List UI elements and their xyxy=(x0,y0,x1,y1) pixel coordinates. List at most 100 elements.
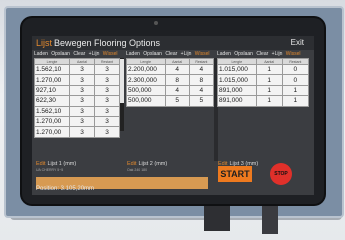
cell-aantal[interactable]: 5 xyxy=(164,95,190,107)
clear-button[interactable]: Clear xyxy=(256,51,268,57)
table-row[interactable]: 891,000 1 1 xyxy=(217,95,310,107)
list-2-subtitle: Oak 240 180 xyxy=(127,168,148,172)
cell-lengte[interactable]: 1.270,00 xyxy=(34,126,70,138)
cell-aantal[interactable]: 4 xyxy=(164,63,190,76)
list-3-toolbar: Laden Opslaan Clear +Lijn Wissel xyxy=(217,51,312,58)
cell-lengte[interactable]: 500,000 xyxy=(126,95,166,107)
clear-button[interactable]: Clear xyxy=(73,51,85,57)
cell-aantal[interactable]: 1 xyxy=(255,84,283,97)
position-readout: Position: 3.105,20mm xyxy=(36,186,95,192)
table-row[interactable]: 2.200,000 4 4 xyxy=(126,63,215,76)
cell-aantal[interactable]: 1 xyxy=(255,74,283,86)
cell-restant[interactable]: 3 xyxy=(94,84,120,97)
table-row[interactable]: 1.270,00 3 3 xyxy=(34,115,120,128)
cell-lengte[interactable]: 1.562,10 xyxy=(34,105,70,117)
wissel-button[interactable]: Wissel xyxy=(103,51,118,57)
cell-lengte[interactable]: 891,000 xyxy=(217,95,257,107)
cell-lengte[interactable]: 2.200,000 xyxy=(126,63,166,76)
camera-icon xyxy=(154,21,158,25)
opslaan-button[interactable]: Opslaan xyxy=(143,51,162,57)
cell-aantal[interactable]: 3 xyxy=(69,115,95,128)
cell-lengte[interactable]: 1.270,00 xyxy=(34,74,70,86)
scrollbar-thumb[interactable] xyxy=(120,59,124,103)
list-1-table: Lengte Aantal Restant 1.562,10 3 3 1.270,0… xyxy=(34,58,120,138)
cell-lengte[interactable]: 1.270,00 xyxy=(34,115,70,128)
title-bar: Lijst Bewegen Flooring Options Exit xyxy=(32,36,314,50)
list-1-edit-text: Lijst 1 (mm) xyxy=(47,161,77,167)
list-2-edit-text: Lijst 2 (mm) xyxy=(138,161,168,167)
cell-restant[interactable]: 3 xyxy=(94,126,120,138)
list-3-table: Lengte Aantal Restant 1.015,000 1 0 1.015,… xyxy=(217,58,310,107)
list-2-table: Lengte Aantal Restant 2.200,000 4 4 2.300,… xyxy=(126,58,215,107)
edit-label[interactable]: Edit xyxy=(127,161,136,167)
list-1-scrollbar[interactable] xyxy=(120,58,124,131)
table-row[interactable]: 500,000 5 5 xyxy=(126,95,215,107)
add-line-button[interactable]: +Lijn xyxy=(181,51,192,57)
cell-aantal[interactable]: 1 xyxy=(255,95,283,107)
cell-aantal[interactable]: 3 xyxy=(69,63,95,76)
cell-lengte[interactable]: 2.300,000 xyxy=(126,74,166,86)
table-row[interactable]: 927,10 3 3 xyxy=(34,84,120,97)
list-1-edit[interactable]: Edit Lijst 1 (mm) xyxy=(36,161,76,167)
tablet-mount-post xyxy=(262,200,278,234)
app-screen: Lijst Bewegen Flooring Options Exit Lade… xyxy=(32,36,314,195)
cell-restant[interactable]: 3 xyxy=(94,105,120,117)
cell-lengte[interactable]: 622,30 xyxy=(34,95,70,107)
cell-restant[interactable]: 5 xyxy=(188,95,215,107)
list-1-subtitle: UA CHERRY 5~5 xyxy=(36,168,64,172)
cell-aantal[interactable]: 4 xyxy=(164,84,190,97)
edit-label[interactable]: Edit xyxy=(36,161,45,167)
clear-button[interactable]: Clear xyxy=(165,51,177,57)
start-button[interactable]: START xyxy=(218,166,252,182)
cell-restant[interactable]: 0 xyxy=(281,74,310,86)
laden-button[interactable]: Laden xyxy=(217,51,231,57)
table-row[interactable]: 1.015,000 1 0 xyxy=(217,63,310,76)
table-row[interactable]: 622,30 3 3 xyxy=(34,95,120,107)
cell-lengte[interactable]: 500,000 xyxy=(126,84,166,97)
app-title: Bewegen Flooring Options xyxy=(54,38,161,48)
cell-aantal[interactable]: 1 xyxy=(255,63,283,76)
cell-lengte[interactable]: 1.562,10 xyxy=(34,63,70,76)
stop-button[interactable]: STOP xyxy=(270,163,292,185)
table-row[interactable]: 891,000 1 1 xyxy=(217,84,310,97)
opslaan-button[interactable]: Opslaan xyxy=(51,51,70,57)
cell-aantal[interactable]: 3 xyxy=(69,126,95,138)
opslaan-button[interactable]: Opslaan xyxy=(234,51,253,57)
cell-aantal[interactable]: 3 xyxy=(69,84,95,97)
cell-lengte[interactable]: 891,000 xyxy=(217,84,257,97)
cell-restant[interactable]: 3 xyxy=(94,74,120,86)
table-row[interactable]: 1.562,10 3 3 xyxy=(34,63,120,76)
cell-aantal[interactable]: 3 xyxy=(69,95,95,107)
cell-aantal[interactable]: 8 xyxy=(164,74,190,86)
table-row[interactable]: 1.562,10 3 3 xyxy=(34,105,120,117)
exit-button[interactable]: Exit xyxy=(291,36,304,50)
cell-lengte[interactable]: 1.015,000 xyxy=(217,74,257,86)
cell-restant[interactable]: 8 xyxy=(188,74,215,86)
cell-restant[interactable]: 4 xyxy=(188,84,215,97)
cell-aantal[interactable]: 3 xyxy=(69,105,95,117)
cell-lengte[interactable]: 927,10 xyxy=(34,84,70,97)
cell-lengte[interactable]: 1.015,000 xyxy=(217,63,257,76)
wissel-button[interactable]: Wissel xyxy=(195,51,210,57)
cell-restant[interactable]: 4 xyxy=(188,63,215,76)
cell-restant[interactable]: 3 xyxy=(94,63,120,76)
laden-button[interactable]: Laden xyxy=(126,51,140,57)
list-2-edit[interactable]: Edit Lijst 2 (mm) xyxy=(127,161,167,167)
cell-restant[interactable]: 0 xyxy=(281,63,310,76)
add-line-button[interactable]: +Lijn xyxy=(89,51,100,57)
table-row[interactable]: 1.270,00 3 3 xyxy=(34,74,120,86)
cell-aantal[interactable]: 3 xyxy=(69,74,95,86)
wissel-button[interactable]: Wissel xyxy=(286,51,301,57)
table-row[interactable]: 1.015,000 1 0 xyxy=(217,74,310,86)
cell-restant[interactable]: 1 xyxy=(281,95,310,107)
cell-restant[interactable]: 3 xyxy=(94,115,120,128)
cell-restant[interactable]: 3 xyxy=(94,95,120,107)
list-3-panel: Laden Opslaan Clear +Lijn Wissel Lengte … xyxy=(217,51,312,162)
add-line-button[interactable]: +Lijn xyxy=(272,51,283,57)
title-lijst[interactable]: Lijst xyxy=(36,36,52,50)
table-row[interactable]: 2.300,000 8 8 xyxy=(126,74,215,86)
laden-button[interactable]: Laden xyxy=(34,51,48,57)
table-row[interactable]: 500,000 4 4 xyxy=(126,84,215,97)
table-row[interactable]: 1.270,00 3 3 xyxy=(34,126,120,138)
cell-restant[interactable]: 1 xyxy=(281,84,310,97)
